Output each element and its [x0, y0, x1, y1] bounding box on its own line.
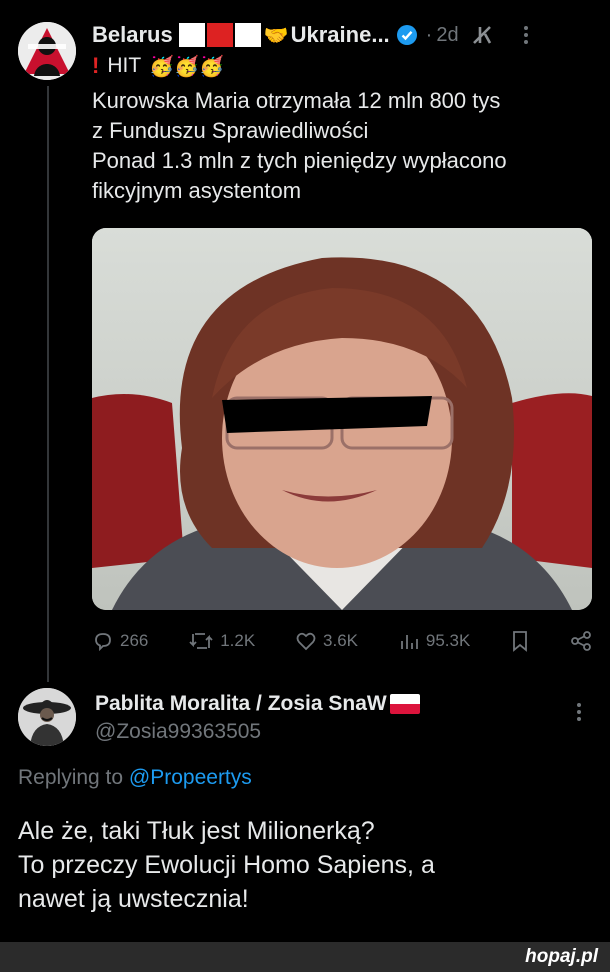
tweet-text-line: Ponad 1.3 mln z tych pieniędzy wypłacono — [92, 148, 507, 173]
tweet-text-line: Kurowska Maria otrzymała 12 mln 800 tys — [92, 88, 501, 113]
repost-count: 1.2K — [220, 631, 256, 650]
reply-header: Pablita Moralita / Zosia SnaW — [95, 690, 595, 718]
views-icon — [400, 635, 418, 649]
poland-flag-icon — [389, 694, 420, 714]
grok-icon[interactable] — [471, 24, 493, 46]
reply-more-options-icon[interactable] — [576, 702, 582, 727]
tweet-text-line: z Funduszu Sprawiedliwości — [92, 118, 369, 143]
views-count: 95.3K — [425, 631, 471, 650]
bookmark-button[interactable] — [510, 630, 530, 652]
reply-text-line: Ale że, taki Tłuk jest Milionerką? — [18, 817, 375, 845]
reply-button[interactable]: 266 — [92, 630, 148, 652]
tweet-header: Belarus 🤝 Ukraine... · 2d — [92, 20, 592, 50]
reply-count: 266 — [120, 631, 149, 650]
thread-connector-line — [47, 86, 49, 682]
tweet-media-image[interactable] — [92, 228, 592, 610]
hit-line: ! HIT 🥳🥳🥳 — [92, 52, 224, 80]
exclamation-icon: ! — [92, 53, 100, 78]
watermark-bar: hopaj.pl — [0, 942, 610, 972]
like-button[interactable]: 3.6K — [295, 630, 358, 652]
repost-icon — [189, 633, 213, 649]
party-face-icon: 🥳🥳🥳 — [149, 55, 224, 78]
reply-text-line: To przeczy Ewolucji Homo Sapiens, a — [18, 851, 435, 879]
watermark-logo: hopaj.pl — [525, 946, 598, 967]
like-count: 3.6K — [323, 631, 359, 650]
tweet-text: Kurowska Maria otrzymała 12 mln 800 tys … — [92, 86, 602, 206]
reply-icon — [95, 633, 111, 652]
reply-handle[interactable]: @Zosia99363505 — [95, 720, 261, 744]
reply-author-name[interactable]: Pablita Moralita / Zosia SnaW — [95, 692, 387, 716]
verified-badge-icon — [396, 24, 418, 46]
bookmark-icon — [513, 631, 528, 652]
belarus-flag-icon — [178, 23, 261, 47]
hit-label: HIT — [107, 54, 142, 77]
portrait-photo — [92, 228, 592, 610]
tweet-time[interactable]: 2d — [436, 24, 458, 47]
dot-separator: · — [425, 23, 433, 46]
replying-to-line: Replying to @Propeertys — [18, 766, 252, 790]
reply-text-line: nawet ją uwstecznia! — [18, 885, 249, 913]
repost-button[interactable]: 1.2K — [188, 630, 255, 652]
author-name-left[interactable]: Belarus — [92, 22, 173, 48]
tweet-action-bar: 266 1.2K 3.6K 95.3K — [92, 626, 592, 656]
share-icon — [571, 631, 591, 651]
tweet-text-line: fikcyjnym asystentom — [92, 178, 302, 203]
author-avatar[interactable] — [18, 22, 76, 80]
avatar-image — [18, 22, 76, 80]
author-name-right[interactable]: Ukraine... — [291, 22, 390, 48]
reply-text: Ale że, taki Tłuk jest Milionerką? To pr… — [18, 814, 598, 916]
avatar-image — [18, 688, 76, 746]
heart-icon — [296, 632, 316, 651]
views-button[interactable]: 95.3K — [398, 630, 470, 652]
replying-to-prefix: Replying to — [18, 766, 124, 789]
reply-author-avatar[interactable] — [18, 688, 76, 746]
handshake-icon: 🤝 — [263, 24, 289, 47]
share-button[interactable] — [570, 630, 592, 652]
more-options-icon[interactable] — [523, 25, 529, 45]
replying-to-handle[interactable]: @Propeertys — [129, 766, 252, 789]
